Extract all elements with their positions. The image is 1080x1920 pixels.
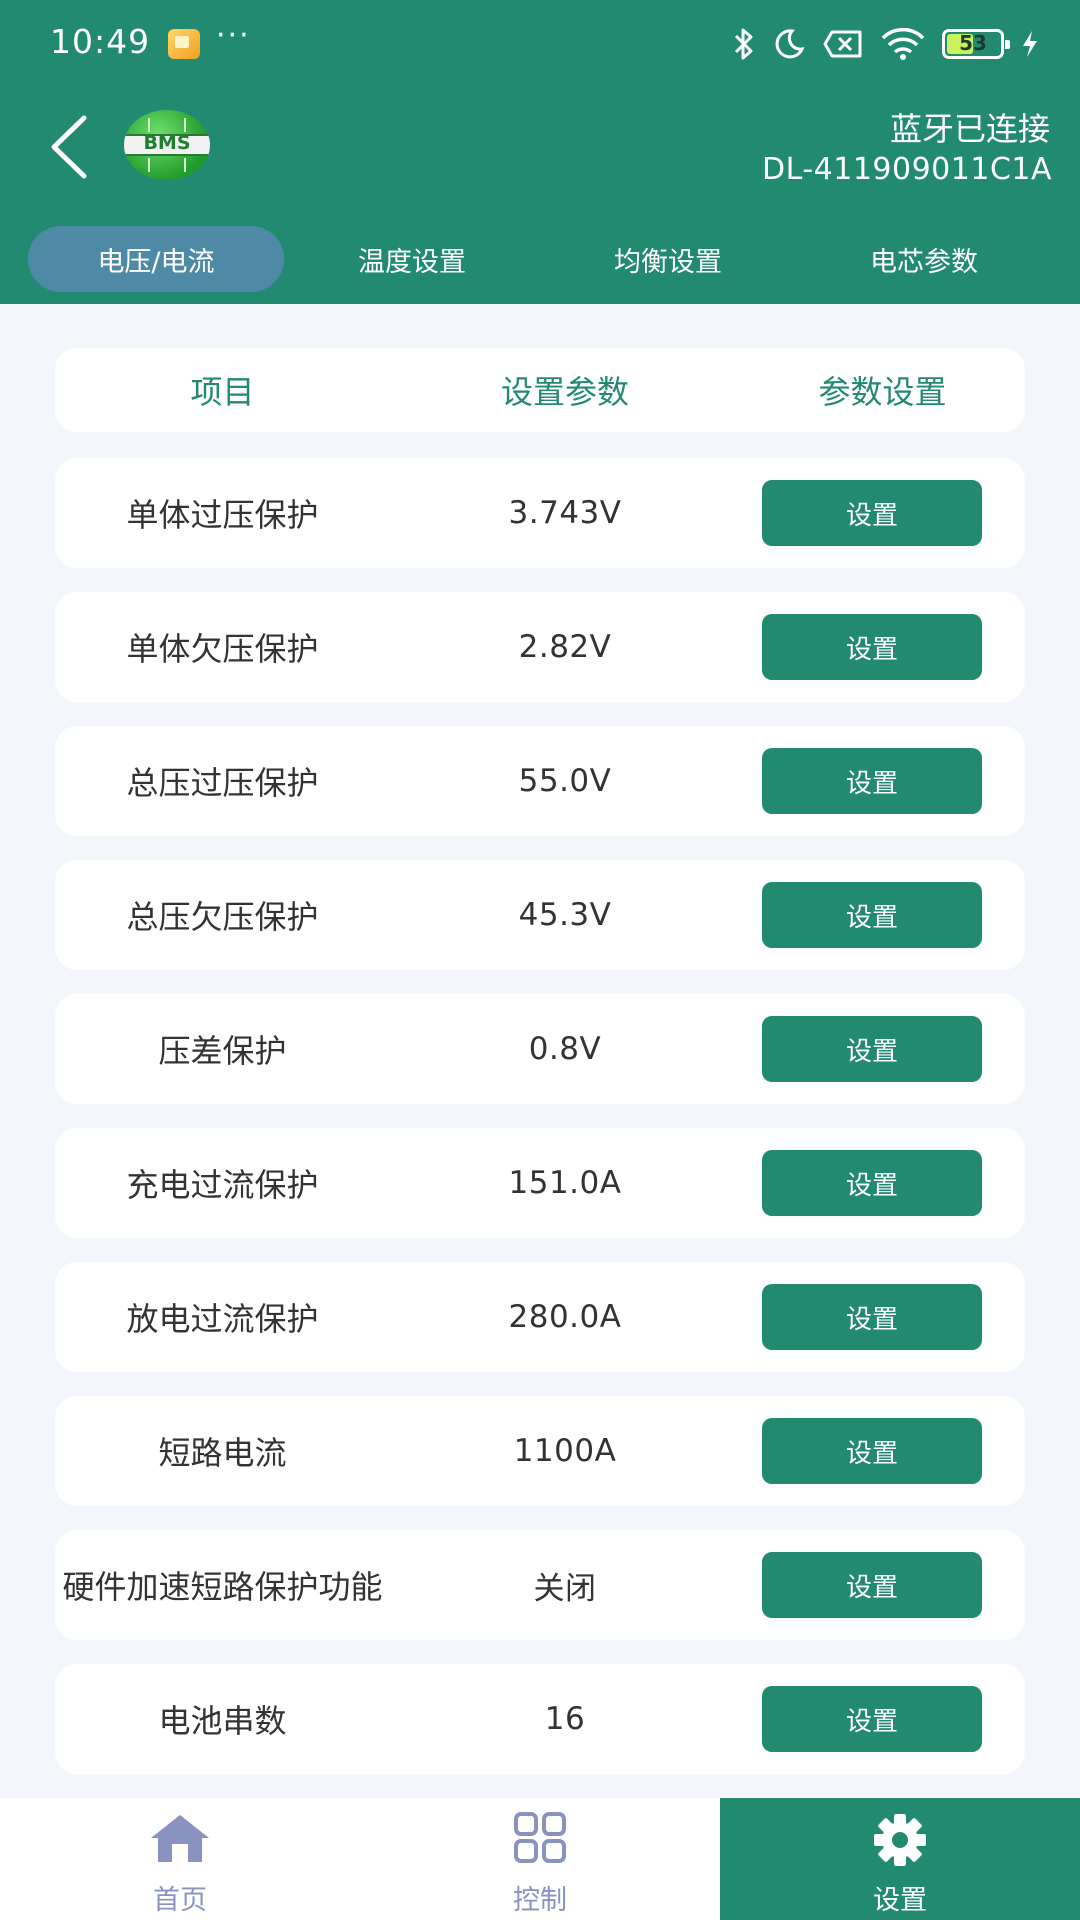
header-action: 参数设置 (818, 373, 947, 411)
logo-circuit-top (148, 118, 186, 132)
notification-app-icon (168, 29, 200, 59)
bluetooth-icon (734, 28, 753, 60)
row-value: 280.0A (508, 1299, 622, 1335)
row-value: 16 (544, 1701, 586, 1737)
table-header: 项目 设置参数 参数设置 (55, 348, 1025, 432)
set-button[interactable]: 设置 (762, 1418, 982, 1484)
row-item-label: 充电过流保护 (126, 1166, 319, 1204)
nav-control[interactable]: 控制 (360, 1798, 720, 1920)
table-row: 单体欠压保护 2.82V 设置 (55, 592, 1025, 702)
table-row: 短路电流 1100A 设置 (55, 1396, 1025, 1506)
wifi-icon (881, 27, 925, 60)
status-bar: 10:49 ··· 53 (0, 0, 1080, 86)
battery-level: 53 (959, 31, 987, 55)
row-item-label: 硬件加速短路保护功能 (62, 1568, 383, 1606)
gear-icon (874, 1814, 926, 1866)
bms-logo: BMS (124, 110, 210, 180)
set-button[interactable]: 设置 (762, 748, 982, 814)
connection-status: 蓝牙已连接 (889, 110, 1050, 148)
row-value: 45.3V (518, 897, 612, 933)
back-button[interactable] (44, 112, 96, 182)
grid-icon (514, 1812, 566, 1863)
table-row: 总压过压保护 55.0V 设置 (55, 726, 1025, 836)
logo-text: BMS (143, 132, 191, 154)
header-item: 项目 (190, 373, 255, 411)
no-sim-icon (823, 30, 862, 58)
row-item-label: 总压欠压保护 (126, 898, 319, 936)
tab-voltage-current[interactable]: 电压/电流 (28, 226, 284, 292)
table-row: 压差保护 0.8V 设置 (55, 994, 1025, 1104)
set-button[interactable]: 设置 (762, 1284, 982, 1350)
parameter-list: 单体过压保护 3.743V 设置 单体欠压保护 2.82V 设置 总压过压保护 … (55, 458, 1025, 1920)
row-item-label: 短路电流 (158, 1434, 287, 1472)
row-item-label: 放电过流保护 (126, 1300, 319, 1338)
row-value: 3.743V (508, 495, 622, 531)
set-button[interactable]: 设置 (762, 882, 982, 948)
settings-tabs: 电压/电流 温度设置 均衡设置 电芯参数 (28, 226, 1052, 292)
row-item-label: 压差保护 (158, 1032, 287, 1070)
status-icons: 53 (732, 22, 1040, 66)
chevron-left-icon (51, 115, 87, 179)
nav-settings-label: 设置 (873, 1885, 927, 1916)
logo-circuit-bottom (148, 158, 186, 172)
nav-control-label: 控制 (513, 1885, 567, 1916)
set-button[interactable]: 设置 (762, 1552, 982, 1618)
row-item-label: 总压过压保护 (126, 764, 319, 802)
app-header: 10:49 ··· 53 BMS 蓝牙已连接 DL-411909011C1A 电… (0, 0, 1080, 304)
table-row: 单体过压保护 3.743V 设置 (55, 458, 1025, 568)
nav-home-label: 首页 (153, 1885, 207, 1916)
table-row: 充电过流保护 151.0A 设置 (55, 1128, 1025, 1238)
header-value: 设置参数 (500, 373, 629, 411)
set-button[interactable]: 设置 (762, 480, 982, 546)
set-button[interactable]: 设置 (762, 1150, 982, 1216)
nav-settings[interactable]: 设置 (720, 1798, 1080, 1920)
table-row: 电池串数 16 设置 (55, 1664, 1025, 1774)
row-value: 2.82V (518, 629, 612, 665)
battery-cap (1005, 40, 1010, 49)
set-button[interactable]: 设置 (762, 1686, 982, 1752)
table-row: 总压欠压保护 45.3V 设置 (55, 860, 1025, 970)
tab-balance[interactable]: 均衡设置 (540, 226, 796, 292)
status-time: 10:49 (50, 22, 151, 61)
more-notifications-icon: ··· (216, 18, 251, 53)
row-item-label: 单体欠压保护 (126, 630, 319, 668)
row-item-label: 单体过压保护 (126, 496, 319, 534)
set-button[interactable]: 设置 (762, 614, 982, 680)
set-button[interactable]: 设置 (762, 1016, 982, 1082)
charging-icon (1023, 31, 1037, 57)
row-value: 1100A (513, 1433, 617, 1469)
home-icon (151, 1815, 209, 1862)
row-item-label: 电池串数 (158, 1702, 287, 1740)
bottom-nav: 首页 控制 设置 (0, 1798, 1080, 1920)
row-value: 151.0A (508, 1165, 622, 1201)
row-value: 0.8V (528, 1031, 602, 1067)
table-row: 放电过流保护 280.0A 设置 (55, 1262, 1025, 1372)
tab-cell-params[interactable]: 电芯参数 (796, 226, 1052, 292)
nav-home[interactable]: 首页 (0, 1798, 360, 1920)
row-value: 关闭 (533, 1570, 597, 1607)
device-id: DL-411909011C1A (762, 152, 1052, 187)
table-row: 硬件加速短路保护功能 关闭 设置 (55, 1530, 1025, 1640)
row-value: 55.0V (518, 763, 612, 799)
battery-icon: 53 (942, 29, 1010, 59)
tab-temperature[interactable]: 温度设置 (284, 226, 540, 292)
moon-icon (775, 29, 805, 59)
